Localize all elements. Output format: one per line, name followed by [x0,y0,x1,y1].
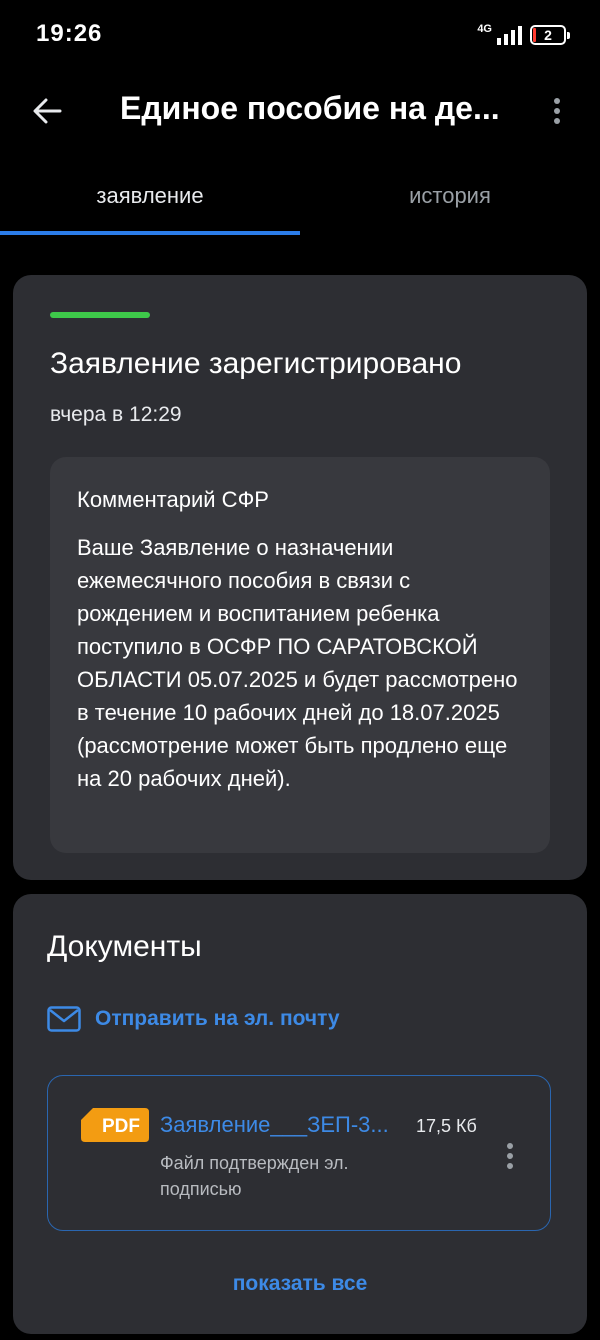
pdf-file-icon: PDF [81,1108,149,1142]
tab-bar: заявление история [0,165,600,237]
app-bar: Единое пособие на де... [0,70,600,150]
battery-icon: 2 [530,25,570,45]
comment-text: Ваше Заявление о назначении ежемесячного… [77,535,518,791]
pdf-badge-label: PDF [102,1116,140,1137]
tab-label: история [409,183,491,208]
more-options-button[interactable] [534,88,580,134]
status-icons: 4G 2 [477,22,570,48]
documents-card: Документы Отправить на эл. почту PDF Зая… [13,894,587,1334]
send-email-link[interactable]: Отправить на эл. почту [47,1006,340,1032]
document-more-button[interactable] [490,1132,530,1180]
document-signature-status: Файл подтвержден эл. подписью [160,1153,349,1199]
documents-title: Документы [47,930,202,963]
tab-label: заявление [96,183,204,208]
status-progress-indicator [50,312,150,318]
status-bar: 19:26 4G 2 [0,0,600,70]
comment-box: Комментарий СФР Ваше Заявление о назначе… [50,457,550,853]
document-size: 17,5 Кб [416,1116,477,1136]
application-status-card: Заявление зарегистрировано вчера в 12:29… [13,275,587,880]
comment-heading: Комментарий СФР [77,487,269,512]
send-email-label: Отправить на эл. почту [95,1007,340,1030]
arrow-left-icon [33,98,62,124]
tab-application[interactable]: заявление [0,165,300,237]
vertical-dots-icon [554,98,560,124]
status-time: 19:26 [36,20,103,47]
show-all-link[interactable]: показать все [13,1272,587,1296]
document-item[interactable]: PDF Заявление___ЗЕП-3... 17,5 Кб Файл по… [47,1075,551,1231]
back-button[interactable] [22,86,72,136]
document-name[interactable]: Заявление___ЗЕП-3... [160,1112,405,1138]
status-timestamp: вчера в 12:29 [50,403,182,426]
battery-level: 2 [544,27,552,43]
tab-indicator [0,231,300,235]
network-type: 4G [477,23,492,35]
status-title: Заявление зарегистрировано [50,347,462,380]
signal-icon [497,26,522,45]
page-title: Единое пособие на де... [120,90,500,126]
envelope-icon [47,1006,81,1032]
tab-history[interactable]: история [300,165,600,237]
vertical-dots-icon [507,1143,513,1169]
